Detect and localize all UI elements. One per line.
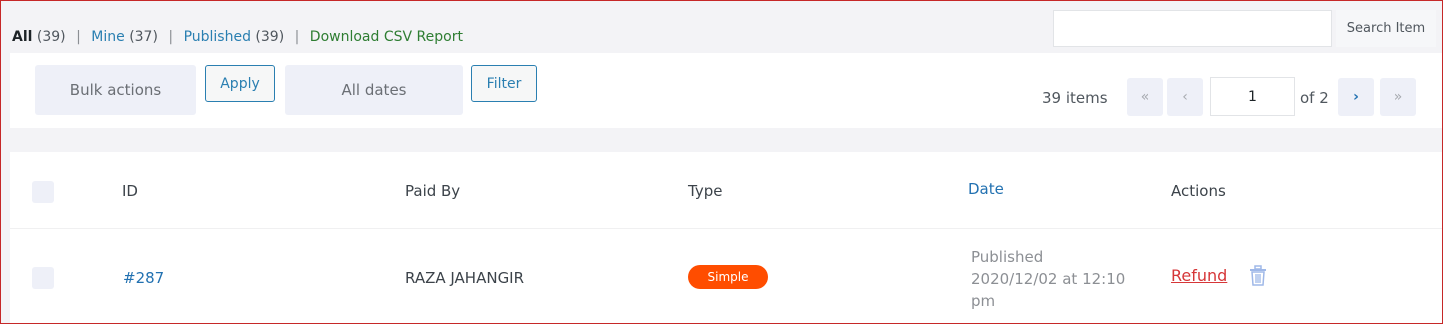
next-page-button[interactable]: › [1338,78,1374,116]
bulk-actions-select[interactable]: Bulk actions [35,65,196,115]
view-all-link[interactable]: All [12,29,32,45]
table-toolbar: Bulk actions Apply All dates Filter 39 i… [10,53,1443,128]
search-input[interactable] [1053,10,1332,47]
view-published-link[interactable]: Published [184,29,251,45]
view-mine-count: (37) [129,29,158,45]
search-button[interactable]: Search Item [1336,10,1436,47]
date-time-suffix: pm [971,292,996,310]
total-pages-label: of 2 [1300,89,1329,107]
view-all-count: (39) [36,29,66,45]
first-page-button[interactable]: « [1127,78,1163,116]
separator: | [294,29,300,45]
column-header-actions: Actions [1171,182,1226,200]
separator: | [168,29,174,45]
column-header-date[interactable]: Date [968,180,1004,198]
dates-filter-select[interactable]: All dates [285,65,463,115]
view-published-count: (39) [255,29,285,45]
last-page-button[interactable]: » [1380,78,1416,116]
prev-page-button[interactable]: ‹ [1167,78,1203,116]
column-header-paid-by: Paid By [405,182,461,200]
filter-button[interactable]: Filter [471,65,537,102]
row-id-link[interactable]: #287 [123,269,164,287]
separator: | [76,29,81,45]
refund-link[interactable]: Refund [1171,266,1227,285]
apply-button[interactable]: Apply [205,65,275,102]
type-badge: Simple [688,265,768,289]
column-header-id: ID [122,182,138,200]
date-status: Published [971,248,1044,266]
row-divider [10,228,1443,229]
view-mine-link[interactable]: Mine [91,29,124,45]
row-checkbox[interactable] [32,267,54,289]
select-all-checkbox[interactable] [32,181,54,203]
column-header-type: Type [688,182,723,200]
row-date: Published 2020/12/02 at 12:10 pm [971,246,1151,312]
row-paid-by: RAZA JAHANGIR [405,269,525,287]
items-table: ID Paid By Type Date Actions #287 RAZA J… [10,152,1443,324]
date-value: 2020/12/02 at 12:10 [971,270,1126,288]
items-count: 39 items [1042,89,1108,107]
download-csv-link[interactable]: Download CSV Report [310,29,463,45]
trash-icon[interactable] [1248,265,1268,287]
views-nav: All (39) | Mine (37) | Published (39) | … [12,29,463,45]
current-page-input[interactable] [1210,77,1295,116]
